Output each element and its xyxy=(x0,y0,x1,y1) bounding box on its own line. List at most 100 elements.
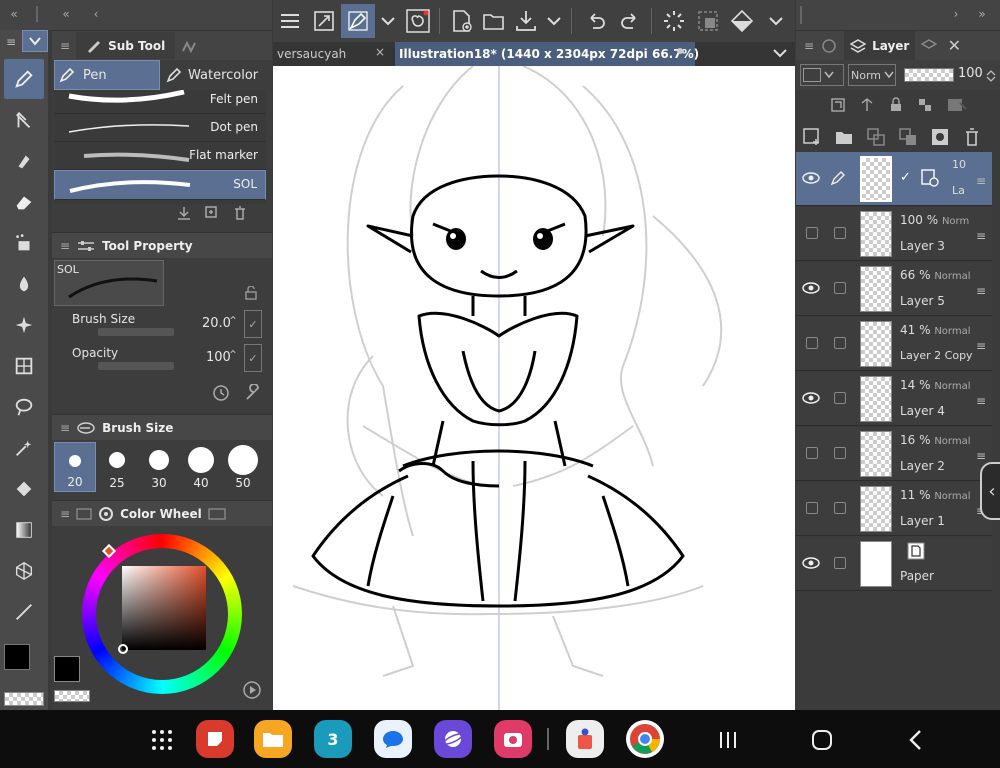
subtool-icon[interactable] xyxy=(181,39,197,53)
eye-icon[interactable] xyxy=(802,554,820,572)
layer-row[interactable]: 16 % Normal Layer 2 ≡ xyxy=(796,427,992,481)
sparkle-tool-icon[interactable] xyxy=(4,305,44,345)
lasso-tool-icon[interactable] xyxy=(4,387,44,427)
layer-menu-icon[interactable]: ≡ xyxy=(976,394,986,408)
lock-icon[interactable] xyxy=(888,97,904,113)
brush-size-preset[interactable]: 40 xyxy=(180,442,222,492)
pencil-icon[interactable] xyxy=(830,170,846,186)
app-drawer-icon[interactable] xyxy=(150,728,174,752)
panel-menu-icon[interactable]: ≡ xyxy=(60,507,70,521)
edit-checkbox[interactable] xyxy=(834,337,846,349)
panel-menu-icon[interactable]: ≡ xyxy=(60,421,70,435)
3d-object-icon[interactable] xyxy=(4,551,44,591)
eye-icon[interactable] xyxy=(802,169,820,187)
loading-spinner-icon[interactable] xyxy=(661,8,687,34)
airbrush-tool-icon[interactable] xyxy=(4,223,44,263)
layer-row-paper[interactable]: Paper xyxy=(796,537,992,591)
collapse-left-icon[interactable]: « xyxy=(4,4,24,24)
chevron-down-icon[interactable] xyxy=(379,12,397,30)
main-color-swatch[interactable] xyxy=(4,644,30,670)
fill-tool-icon[interactable] xyxy=(4,469,44,509)
brush-item-dot-pen[interactable]: Dot pen xyxy=(54,114,266,142)
edit-checkbox[interactable] xyxy=(834,447,846,459)
eraser-tool-icon[interactable] xyxy=(4,182,44,222)
close-icon[interactable]: ✕ xyxy=(943,35,965,57)
blend-tool-icon[interactable] xyxy=(4,264,44,304)
double-chevron-left-icon[interactable]: « xyxy=(56,4,76,24)
gradient-tool-icon[interactable] xyxy=(4,510,44,550)
lock-icon[interactable] xyxy=(244,286,258,300)
visibility-checkbox[interactable] xyxy=(806,337,818,349)
save-icon[interactable] xyxy=(513,8,539,34)
layer-row[interactable]: 41 % Normal Layer 2 Copy ≡ xyxy=(796,317,992,371)
mask-icon[interactable] xyxy=(946,97,968,113)
blend-mode-select[interactable]: Norm xyxy=(848,64,896,86)
brush-size-slider[interactable] xyxy=(98,328,174,336)
brush-size-preset[interactable]: 30 xyxy=(138,442,180,492)
layer-mask-icon[interactable] xyxy=(930,127,950,147)
menu-icon[interactable] xyxy=(279,10,301,32)
messages-app-icon[interactable] xyxy=(374,720,412,758)
layer-row[interactable]: 11 % Normal Layer 1 ≡ xyxy=(796,482,992,536)
trash-icon[interactable] xyxy=(962,127,982,147)
recents-icon[interactable] xyxy=(716,728,740,752)
tab-illustration18[interactable]: Illustration18* (1440 x 2304px 72dpi 66.… xyxy=(395,42,699,66)
chevron-right-icon[interactable]: › xyxy=(946,4,966,24)
merge-down-icon[interactable] xyxy=(898,127,918,147)
stepper-icon[interactable]: ⌃ xyxy=(228,348,238,362)
layer-opacity-value[interactable]: 100 xyxy=(958,66,983,81)
eye-icon[interactable] xyxy=(802,279,820,297)
stepper-icon[interactable]: ⌃ xyxy=(228,314,238,328)
opacity-slider[interactable] xyxy=(904,68,954,82)
open-folder-icon[interactable] xyxy=(481,8,507,34)
duplicate-icon[interactable] xyxy=(204,205,220,221)
selection-clear-icon[interactable] xyxy=(695,8,721,34)
transfer-down-icon[interactable] xyxy=(866,127,886,147)
brush-size-preset[interactable]: 50 xyxy=(222,442,264,492)
layer-property-icon[interactable] xyxy=(921,38,938,54)
tab-versaucyah[interactable]: versaucyah × xyxy=(273,42,393,66)
fill-selection-icon[interactable] xyxy=(729,8,755,34)
layer-color-select[interactable] xyxy=(800,64,844,86)
visibility-checkbox[interactable] xyxy=(806,227,818,239)
dropdown-icon[interactable] xyxy=(22,30,48,52)
spiral-icon[interactable] xyxy=(405,8,431,34)
brush-item-felt-pen[interactable]: Felt pen xyxy=(54,90,266,114)
magic-wand-icon[interactable] xyxy=(4,428,44,468)
visibility-checkbox[interactable] xyxy=(806,447,818,459)
new-folder-icon[interactable] xyxy=(834,127,854,147)
color-slider-icon[interactable] xyxy=(208,507,226,521)
dynamics-check-icon[interactable]: ✓ xyxy=(244,310,262,338)
visibility-checkbox[interactable] xyxy=(806,502,818,514)
tab-pen[interactable]: Pen xyxy=(54,60,160,90)
color-set-icon[interactable] xyxy=(76,507,92,521)
brush-item-flat-marker[interactable]: Flat marker xyxy=(54,142,266,170)
opacity-slider[interactable] xyxy=(98,362,174,370)
line-tool-icon[interactable] xyxy=(4,592,44,632)
layer-menu-icon[interactable]: ≡ xyxy=(976,449,986,463)
tab-layer[interactable]: Layer xyxy=(844,30,916,61)
new-raster-layer-icon[interactable] xyxy=(802,127,822,147)
tab-watercolor[interactable]: Watercolor xyxy=(164,60,272,90)
panel-menu-icon[interactable]: ≡ xyxy=(60,239,70,253)
lock-transparency-icon[interactable] xyxy=(917,97,933,113)
pen-tool-icon[interactable] xyxy=(4,59,44,99)
internet-app-icon[interactable] xyxy=(434,720,472,758)
layer-menu-icon[interactable]: ≡ xyxy=(976,174,986,188)
brush-size-preset[interactable]: 20 xyxy=(54,442,96,492)
clip-icon[interactable] xyxy=(830,97,846,113)
home-icon[interactable] xyxy=(810,728,834,752)
brush-size-value[interactable]: 20.0 xyxy=(202,316,231,331)
wrench-icon[interactable] xyxy=(244,384,262,402)
side-panel-handle[interactable]: ‹ xyxy=(980,462,1000,520)
marker-tool-icon[interactable] xyxy=(4,141,44,181)
edit-checkbox[interactable] xyxy=(834,392,846,404)
chevron-down-icon[interactable] xyxy=(767,12,785,30)
new-file-icon[interactable] xyxy=(449,8,475,34)
close-icon[interactable]: × xyxy=(375,45,385,59)
quick-access-icon[interactable] xyxy=(341,4,375,38)
brush-item-sol[interactable]: SOL xyxy=(54,170,266,200)
panel-menu-icon[interactable]: ≡ xyxy=(60,39,70,53)
edit-checkbox[interactable] xyxy=(834,227,846,239)
brush-size-preset[interactable]: 25 xyxy=(96,442,138,492)
